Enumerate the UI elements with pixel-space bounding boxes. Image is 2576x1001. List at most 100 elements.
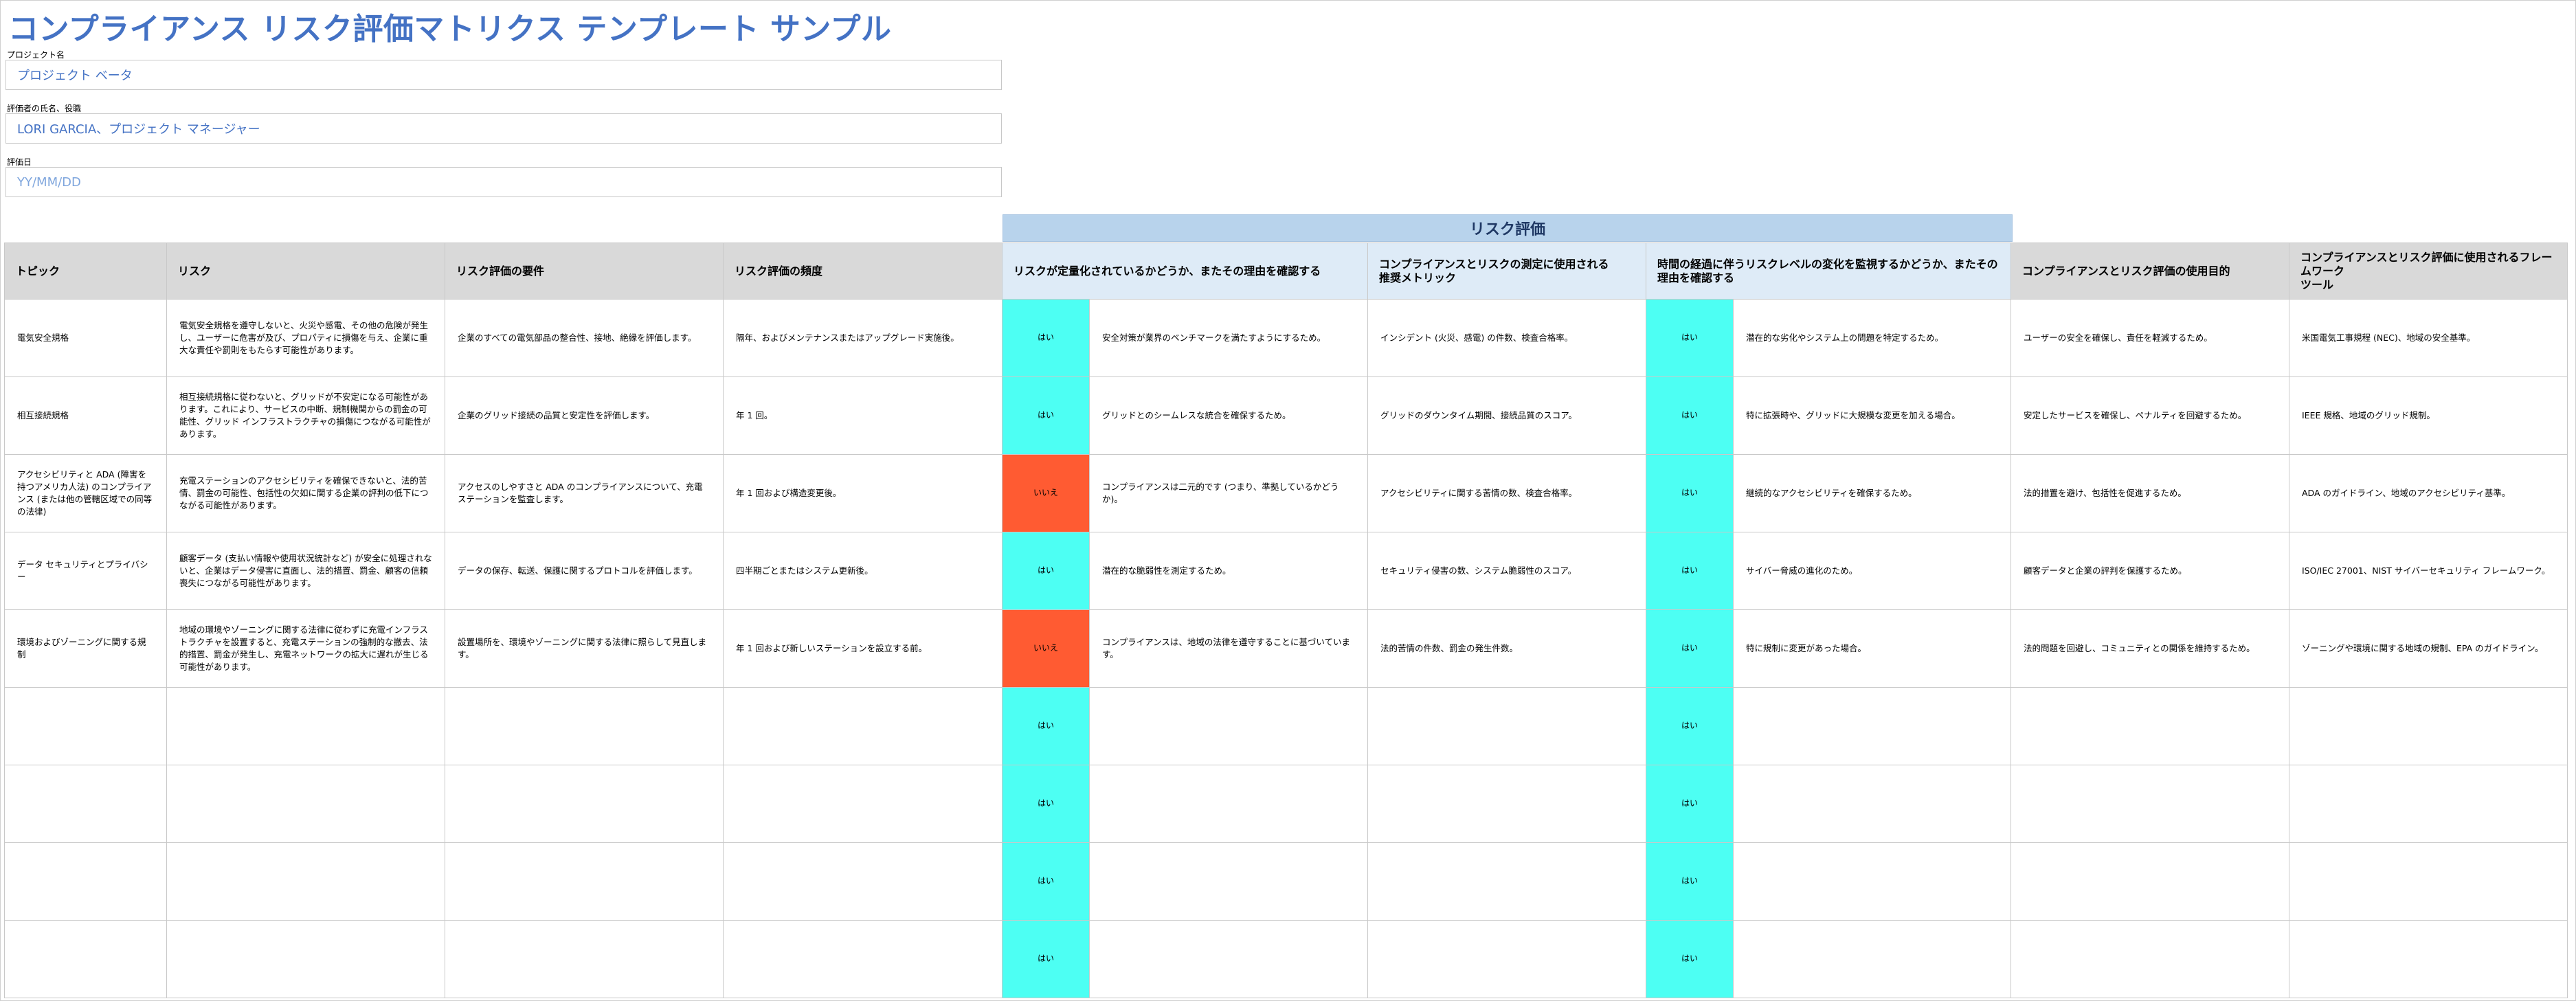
metrics-cell[interactable]	[1367, 687, 1646, 765]
quantified-flag[interactable]: いいえ	[1002, 609, 1090, 688]
framework-cell[interactable]: ゾーニングや環境に関する地域の規制、EPA のガイドライン。	[2289, 609, 2568, 688]
frequency-cell[interactable]	[723, 842, 1003, 921]
quantified-flag[interactable]: はい	[1002, 765, 1090, 843]
monitored-reason-cell[interactable]: サイバー脅威の進化のため。	[1733, 532, 2011, 610]
frequency-cell[interactable]: 四半期ごとまたはシステム更新後。	[723, 532, 1003, 610]
framework-cell[interactable]: ADA のガイドライン、地域のアクセシビリティ基準。	[2289, 454, 2568, 532]
risk-cell[interactable]: 地域の環境やゾーニングに関する法律に従わずに充電インフラストラクチャを設置すると…	[166, 609, 445, 688]
quantified-reason-cell[interactable]	[1089, 687, 1368, 765]
risk-cell[interactable]: 相互接続規格に従わないと、グリッドが不安定になる可能性があります。これにより、サ…	[166, 376, 445, 455]
quantified-reason-cell[interactable]: 潜在的な脆弱性を測定するため。	[1089, 532, 1368, 610]
quantified-flag[interactable]: はい	[1002, 842, 1090, 921]
frequency-cell[interactable]	[723, 920, 1003, 998]
risk-cell[interactable]: 充電ステーションのアクセシビリティを確保できないと、法的苦情、罰金の可能性、包括…	[166, 454, 445, 532]
quantified-reason-cell[interactable]: コンプライアンスは二元的です (つまり、準拠しているかどうか)。	[1089, 454, 1368, 532]
metrics-cell[interactable]: 法的苦情の件数、罰金の発生件数。	[1367, 609, 1646, 688]
framework-cell[interactable]	[2289, 765, 2568, 843]
risk-cell[interactable]: 顧客データ (支払い情報や使用状況統計など) が安全に処理されないと、企業はデー…	[166, 532, 445, 610]
metrics-cell[interactable]	[1367, 765, 1646, 843]
framework-cell[interactable]	[2289, 842, 2568, 921]
framework-cell[interactable]	[2289, 687, 2568, 765]
requirement-cell[interactable]: アクセスのしやすさと ADA のコンプライアンスについて、充電ステーションを監査…	[445, 454, 724, 532]
monitored-reason-cell[interactable]: 継続的なアクセシビリティを確保するため。	[1733, 454, 2011, 532]
assessor-field[interactable]: LORI GARCIA、プロジェクト マネージャー	[5, 113, 1002, 144]
quantified-reason-cell[interactable]: グリッドとのシームレスな統合を確保するため。	[1089, 376, 1368, 455]
framework-cell[interactable]: ISO/IEC 27001、NIST サイバーセキュリティ フレームワーク。	[2289, 532, 2568, 610]
monitored-flag[interactable]: はい	[1646, 765, 1734, 843]
purpose-cell[interactable]	[2011, 920, 2289, 998]
monitored-flag[interactable]: はい	[1646, 376, 1734, 455]
risk-cell[interactable]	[166, 920, 445, 998]
quantified-flag[interactable]: いいえ	[1002, 454, 1090, 532]
monitored-flag[interactable]: はい	[1646, 609, 1734, 688]
risk-cell[interactable]: 電気安全規格を遵守しないと、火災や感電、その他の危険が発生し、ユーザーに危害が及…	[166, 299, 445, 377]
quantified-reason-cell[interactable]	[1089, 842, 1368, 921]
monitored-reason-cell[interactable]	[1733, 920, 2011, 998]
quantified-reason-cell[interactable]: コンプライアンスは、地域の法律を遵守することに基づいています。	[1089, 609, 1368, 688]
frequency-cell[interactable]	[723, 765, 1003, 843]
quantified-flag[interactable]: はい	[1002, 376, 1090, 455]
requirement-cell[interactable]	[445, 687, 724, 765]
topic-cell[interactable]: 環境およびゾーニングに関する規制	[4, 609, 167, 688]
metrics-cell[interactable]: インシデント (火災、感電) の件数、検査合格率。	[1367, 299, 1646, 377]
requirement-cell[interactable]	[445, 920, 724, 998]
requirement-cell[interactable]	[445, 765, 724, 843]
frequency-cell[interactable]: 年 1 回および構造変更後。	[723, 454, 1003, 532]
monitored-flag[interactable]: はい	[1646, 920, 1734, 998]
topic-cell[interactable]	[4, 842, 167, 921]
requirement-cell[interactable]: データの保存、転送、保護に関するプロトコルを評価します。	[445, 532, 724, 610]
quantified-flag[interactable]: はい	[1002, 299, 1090, 377]
metrics-cell[interactable]: グリッドのダウンタイム期間、接続品質のスコア。	[1367, 376, 1646, 455]
metrics-cell[interactable]	[1367, 842, 1646, 921]
metrics-cell[interactable]: アクセシビリティに関する苦情の数、検査合格率。	[1367, 454, 1646, 532]
topic-cell[interactable]: 相互接続規格	[4, 376, 167, 455]
metrics-cell[interactable]: セキュリティ侵害の数、システム脆弱性のスコア。	[1367, 532, 1646, 610]
risk-cell[interactable]	[166, 765, 445, 843]
quantified-flag[interactable]: はい	[1002, 920, 1090, 998]
requirement-cell[interactable]: 企業のすべての電気部品の整合性、接地、絶縁を評価します。	[445, 299, 724, 377]
monitored-reason-cell[interactable]	[1733, 765, 2011, 843]
requirement-cell[interactable]	[445, 842, 724, 921]
requirement-cell[interactable]: 設置場所を、環境やゾーニングに関する法律に照らして見直します。	[445, 609, 724, 688]
monitored-reason-cell[interactable]: 特に拡張時や、グリッドに大規模な変更を加える場合。	[1733, 376, 2011, 455]
quantified-reason-cell[interactable]	[1089, 765, 1368, 843]
metrics-cell[interactable]	[1367, 920, 1646, 998]
monitored-flag[interactable]: はい	[1646, 299, 1734, 377]
frequency-cell[interactable]	[723, 687, 1003, 765]
monitored-reason-cell[interactable]	[1733, 687, 2011, 765]
monitored-flag[interactable]: はい	[1646, 532, 1734, 610]
assessment-date-field[interactable]: YY/MM/DD	[5, 167, 1002, 197]
framework-cell[interactable]	[2289, 920, 2568, 998]
purpose-cell[interactable]	[2011, 687, 2289, 765]
frequency-cell[interactable]: 年 1 回。	[723, 376, 1003, 455]
monitored-flag[interactable]: はい	[1646, 454, 1734, 532]
purpose-cell[interactable]: 安定したサービスを確保し、ペナルティを回避するため。	[2011, 376, 2289, 455]
monitored-flag[interactable]: はい	[1646, 687, 1734, 765]
quantified-flag[interactable]: はい	[1002, 687, 1090, 765]
monitored-reason-cell[interactable]: 特に規制に変更があった場合。	[1733, 609, 2011, 688]
quantified-reason-cell[interactable]	[1089, 920, 1368, 998]
frequency-cell[interactable]: 隔年、およびメンテナンスまたはアップグレード実施後。	[723, 299, 1003, 377]
purpose-cell[interactable]	[2011, 765, 2289, 843]
purpose-cell[interactable]: 法的問題を回避し、コミュニティとの関係を維持するため。	[2011, 609, 2289, 688]
purpose-cell[interactable]: ユーザーの安全を確保し、責任を軽減するため。	[2011, 299, 2289, 377]
purpose-cell[interactable]: 法的措置を避け、包括性を促進するため。	[2011, 454, 2289, 532]
frequency-cell[interactable]: 年 1 回および新しいステーションを設立する前。	[723, 609, 1003, 688]
project-name-field[interactable]: プロジェクト ベータ	[5, 60, 1002, 90]
topic-cell[interactable]	[4, 687, 167, 765]
topic-cell[interactable]	[4, 765, 167, 843]
topic-cell[interactable]: アクセシビリティと ADA (障害を持つアメリカ人法) のコンプライアンス (ま…	[4, 454, 167, 532]
purpose-cell[interactable]: 顧客データと企業の評判を保護するため。	[2011, 532, 2289, 610]
monitored-flag[interactable]: はい	[1646, 842, 1734, 921]
framework-cell[interactable]: IEEE 規格、地域のグリッド規制。	[2289, 376, 2568, 455]
topic-cell[interactable]	[4, 920, 167, 998]
quantified-flag[interactable]: はい	[1002, 532, 1090, 610]
requirement-cell[interactable]: 企業のグリッド接続の品質と安定性を評価します。	[445, 376, 724, 455]
topic-cell[interactable]: データ セキュリティとプライバシー	[4, 532, 167, 610]
monitored-reason-cell[interactable]: 潜在的な劣化やシステム上の問題を特定するため。	[1733, 299, 2011, 377]
risk-cell[interactable]	[166, 687, 445, 765]
purpose-cell[interactable]	[2011, 842, 2289, 921]
monitored-reason-cell[interactable]	[1733, 842, 2011, 921]
framework-cell[interactable]: 米国電気工事規程 (NEC)、地域の安全基準。	[2289, 299, 2568, 377]
quantified-reason-cell[interactable]: 安全対策が業界のベンチマークを満たすようにするため。	[1089, 299, 1368, 377]
